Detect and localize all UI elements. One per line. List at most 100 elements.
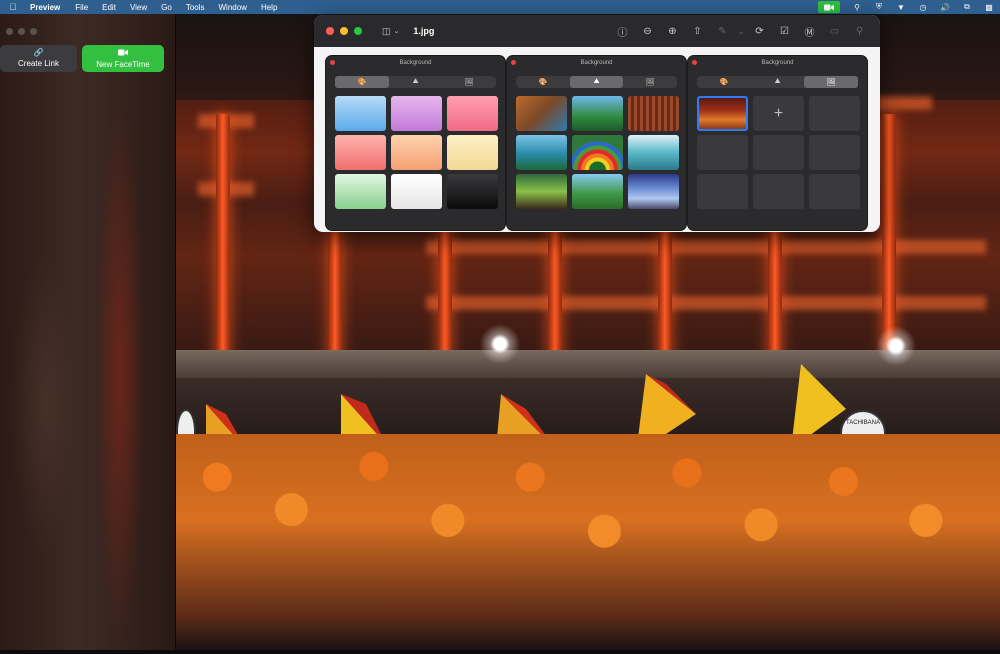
wallpaper-thumbnail[interactable] — [572, 96, 623, 131]
create-link-label: Create Link — [18, 59, 59, 68]
color-swatch[interactable] — [447, 96, 498, 131]
facetime-camera-icon[interactable] — [818, 1, 840, 13]
menu-help[interactable]: Help — [254, 3, 284, 12]
rotate-icon[interactable]: ⟳ — [747, 26, 772, 37]
chevron-down-icon[interactable]: ⌄ — [735, 27, 747, 36]
background-type-segmented-control: 🎨 ⛰ 🖼 — [335, 76, 496, 88]
highlight-icon[interactable]: ☑ — [772, 26, 797, 37]
empty-slot — [809, 96, 860, 131]
empty-slot — [753, 135, 804, 170]
minimize-button[interactable] — [18, 28, 25, 35]
vpn-icon[interactable]: ▼ — [890, 3, 912, 12]
stage-light — [426, 240, 986, 254]
background-panel-wallpapers: Background 🎨 ⛰ 🖼 — [506, 55, 687, 231]
annotate-icon[interactable]: Ⓜ — [797, 24, 822, 39]
panel-title: Background — [580, 60, 613, 66]
preview-window: ◫ ⌄ 1.jpg ⓘ ⊖ ⊕ ⇧ ✎ ⌄ ⟳ ☑ Ⓜ ▭ ⚲ Backgrou… — [314, 15, 880, 232]
wallpaper-thumbnail[interactable] — [516, 135, 567, 170]
menu-view[interactable]: View — [123, 3, 154, 12]
volume-icon[interactable]: 🔊 — [934, 3, 956, 12]
close-button[interactable] — [326, 27, 334, 35]
wallpaper-thumbnail[interactable] — [516, 174, 567, 209]
panel-header: Background — [688, 56, 867, 70]
color-swatch[interactable] — [391, 174, 442, 209]
add-photo-button[interactable]: + — [753, 96, 804, 131]
panel-title: Background — [761, 60, 794, 66]
zoom-button[interactable] — [30, 28, 37, 35]
color-swatch[interactable] — [335, 174, 386, 209]
wallpaper-thumbnail[interactable] — [572, 174, 623, 209]
wallpaper-thumbnail[interactable] — [572, 135, 623, 170]
window-controls — [326, 27, 362, 35]
background-grid: + — [697, 96, 860, 209]
zoom-in-icon[interactable]: ⊕ — [660, 26, 685, 37]
palette-icon[interactable]: 🎨 — [335, 76, 389, 88]
color-swatch[interactable] — [335, 135, 386, 170]
window-controls — [6, 28, 37, 35]
preview-toolbar: ◫ ⌄ 1.jpg ⓘ ⊖ ⊕ ⇧ ✎ ⌄ ⟳ ☑ Ⓜ ▭ ⚲ — [314, 15, 880, 47]
menu-file[interactable]: File — [68, 3, 95, 12]
selected-photo-thumbnail[interactable] — [697, 96, 748, 131]
window-title: 1.jpg — [413, 26, 435, 36]
empty-slot — [697, 135, 748, 170]
palette-icon[interactable]: 🎨 — [697, 76, 751, 88]
wallpaper-thumbnail[interactable] — [628, 135, 679, 170]
color-swatch[interactable] — [335, 96, 386, 131]
menu-edit[interactable]: Edit — [95, 3, 123, 12]
empty-slot — [697, 174, 748, 209]
wallpaper-thumbnail[interactable] — [516, 96, 567, 131]
zoom-button[interactable] — [354, 27, 362, 35]
crop-icon[interactable]: ▭ — [822, 26, 847, 37]
background-blur — [95, 94, 145, 654]
background-grid — [335, 96, 498, 209]
background-panel-colors: Background 🎨 ⛰ 🖼 — [325, 55, 506, 231]
stage-light — [426, 296, 986, 310]
clock-icon[interactable]: ◷ — [912, 3, 934, 12]
chevron-down-icon: ⌄ — [393, 28, 400, 35]
menu-go[interactable]: Go — [154, 3, 179, 12]
wallpaper-thumbnail[interactable] — [628, 96, 679, 131]
menu-tools[interactable]: Tools — [179, 3, 212, 12]
video-camera-icon — [118, 49, 128, 58]
screen-mirroring-icon[interactable]: ⧉ — [956, 2, 978, 12]
new-facetime-button[interactable]: New FaceTime — [82, 45, 164, 72]
color-swatch[interactable] — [391, 96, 442, 131]
share-icon[interactable]: ⇧ — [685, 26, 710, 37]
panel-close-button[interactable] — [511, 60, 516, 65]
search-icon[interactable]: ⚲ — [847, 26, 872, 37]
shield-icon[interactable]: ⛨ — [868, 2, 890, 12]
photo-icon[interactable]: 🖼 — [442, 76, 496, 88]
color-swatch[interactable] — [447, 174, 498, 209]
palette-icon[interactable]: 🎨 — [516, 76, 570, 88]
close-button[interactable] — [6, 28, 13, 35]
background-blur — [10, 254, 80, 554]
new-facetime-label: New FaceTime — [96, 59, 150, 69]
landscape-icon[interactable]: ⛰ — [569, 76, 624, 88]
wallpaper-thumbnail[interactable] — [628, 174, 679, 209]
menu-window[interactable]: Window — [212, 3, 254, 12]
panel-close-button[interactable] — [330, 60, 335, 65]
zoom-out-icon[interactable]: ⊖ — [635, 26, 660, 37]
menu-app-name[interactable]: Preview — [26, 3, 68, 12]
apple-menu-icon[interactable]:  — [0, 2, 26, 12]
background-type-segmented-control: 🎨 ⛰ 🖼 — [516, 76, 677, 88]
control-center-icon[interactable]: ▩ — [978, 3, 1000, 12]
info-icon[interactable]: ⓘ — [610, 24, 635, 39]
panel-close-button[interactable] — [692, 60, 697, 65]
background-panel-photos: Background 🎨 ⛰ 🖼 + — [687, 55, 868, 231]
photo-icon[interactable]: 🖼 — [804, 76, 859, 88]
minimize-button[interactable] — [340, 27, 348, 35]
location-icon[interactable]: ⚲ — [846, 3, 868, 12]
panel-title: Background — [399, 60, 432, 66]
background-type-segmented-control: 🎨 ⛰ 🖼 — [697, 76, 859, 88]
color-swatch[interactable] — [391, 135, 442, 170]
empty-slot — [809, 174, 860, 209]
create-link-button[interactable]: 🔗 Create Link — [0, 45, 77, 72]
sidebar-toggle-button[interactable]: ◫ ⌄ — [382, 26, 399, 37]
markup-icon[interactable]: ✎ — [710, 26, 735, 37]
color-swatch[interactable] — [447, 135, 498, 170]
marching-band-crowd — [176, 434, 1000, 650]
landscape-icon[interactable]: ⛰ — [389, 76, 443, 88]
landscape-icon[interactable]: ⛰ — [751, 76, 805, 88]
photo-icon[interactable]: 🖼 — [623, 76, 677, 88]
